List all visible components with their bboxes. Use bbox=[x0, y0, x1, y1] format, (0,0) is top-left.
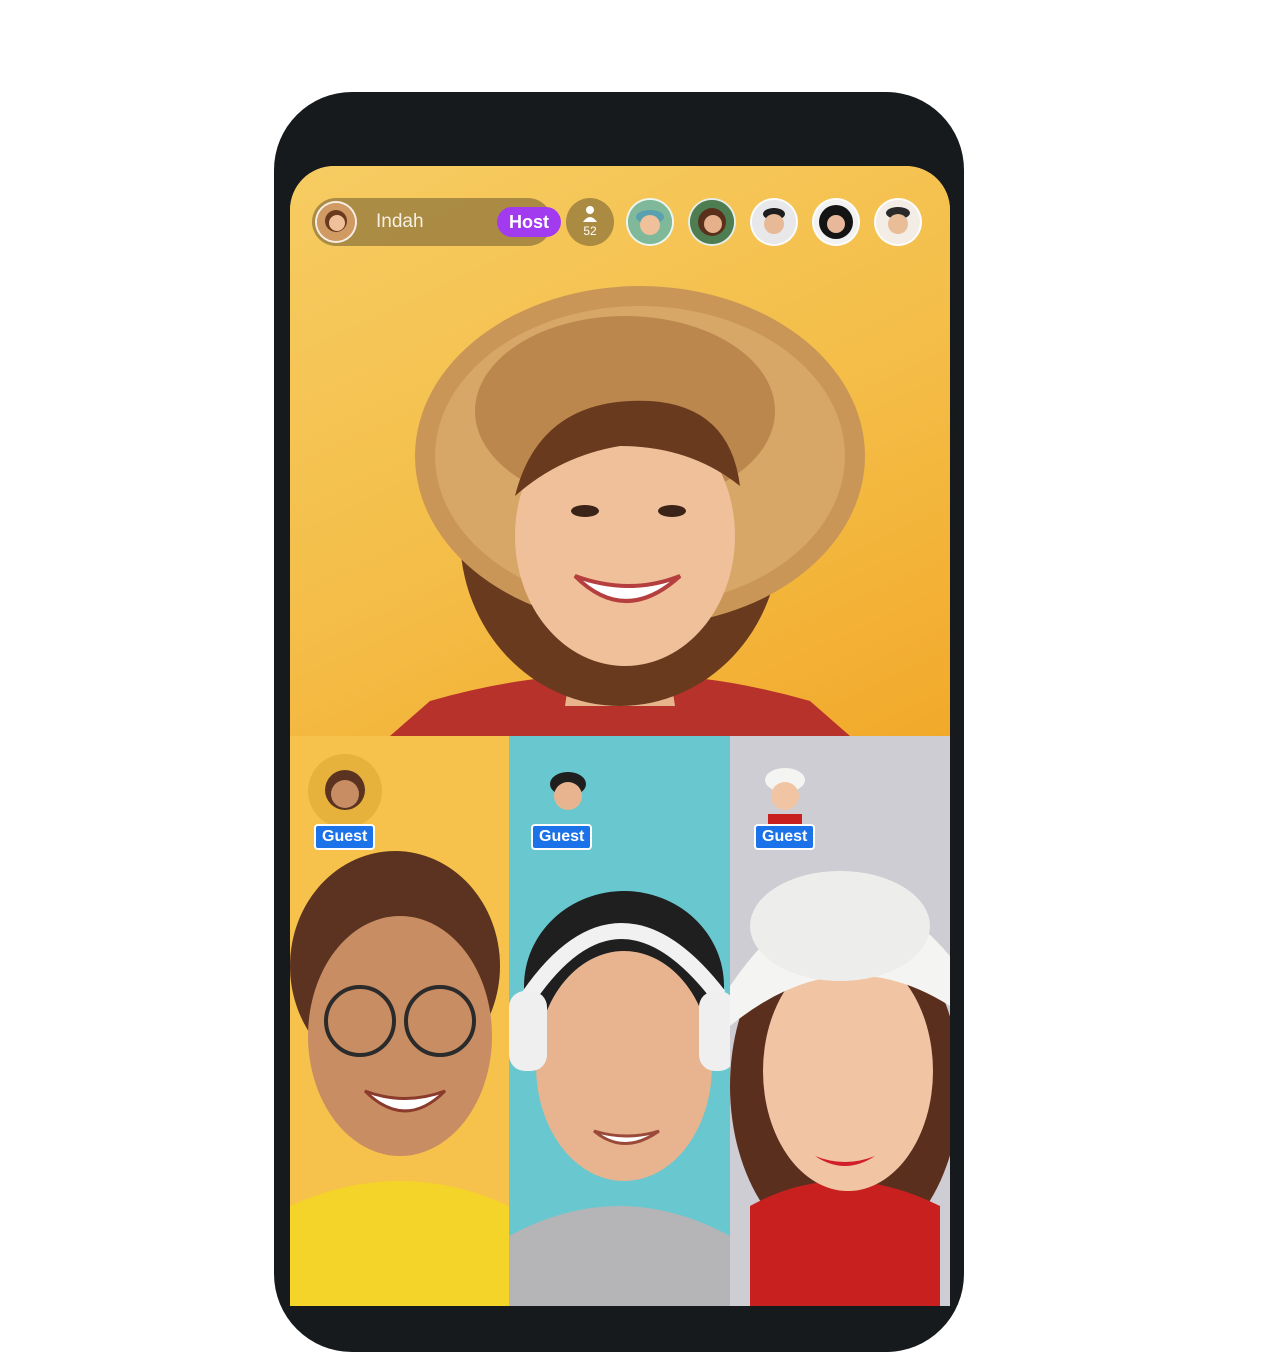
guest-3-avatar[interactable] bbox=[748, 754, 822, 828]
guest-2-avatar[interactable] bbox=[531, 754, 605, 828]
host-name: Indah bbox=[376, 211, 424, 232]
guest-1-avatar-group: Guest bbox=[308, 754, 382, 850]
guest-2-avatar-group: Guest bbox=[531, 754, 605, 850]
host-avatar[interactable] bbox=[315, 201, 357, 243]
viewer-avatar-3[interactable] bbox=[750, 198, 798, 246]
host-badge: Host bbox=[497, 207, 561, 237]
viewer-count-number: 52 bbox=[583, 224, 597, 238]
live-stream-screen: Indah Host 52 Guest Guest Guest bbox=[290, 166, 950, 1306]
viewer-avatar-1[interactable] bbox=[626, 198, 674, 246]
viewer-avatar-5[interactable] bbox=[874, 198, 922, 246]
viewer-count[interactable]: 52 bbox=[566, 198, 614, 246]
guest-video-3[interactable]: Guest bbox=[730, 736, 950, 1306]
guest-video-1[interactable]: Guest bbox=[290, 736, 509, 1306]
guest-3-avatar-group: Guest bbox=[748, 754, 822, 850]
guest-1-avatar[interactable] bbox=[308, 754, 382, 828]
guest-2-badge: Guest bbox=[531, 824, 593, 850]
host-video[interactable]: Indah Host 52 bbox=[290, 166, 950, 736]
person-icon bbox=[583, 206, 597, 222]
host-chip[interactable]: Indah Host bbox=[312, 198, 561, 246]
guest-video-2[interactable]: Guest bbox=[509, 736, 730, 1306]
viewer-avatar-2[interactable] bbox=[688, 198, 736, 246]
guest-3-badge: Guest bbox=[754, 824, 816, 850]
stream-top-bar: Indah Host 52 bbox=[290, 166, 950, 266]
guest-1-badge: Guest bbox=[314, 824, 376, 850]
viewer-avatar-4[interactable] bbox=[812, 198, 860, 246]
